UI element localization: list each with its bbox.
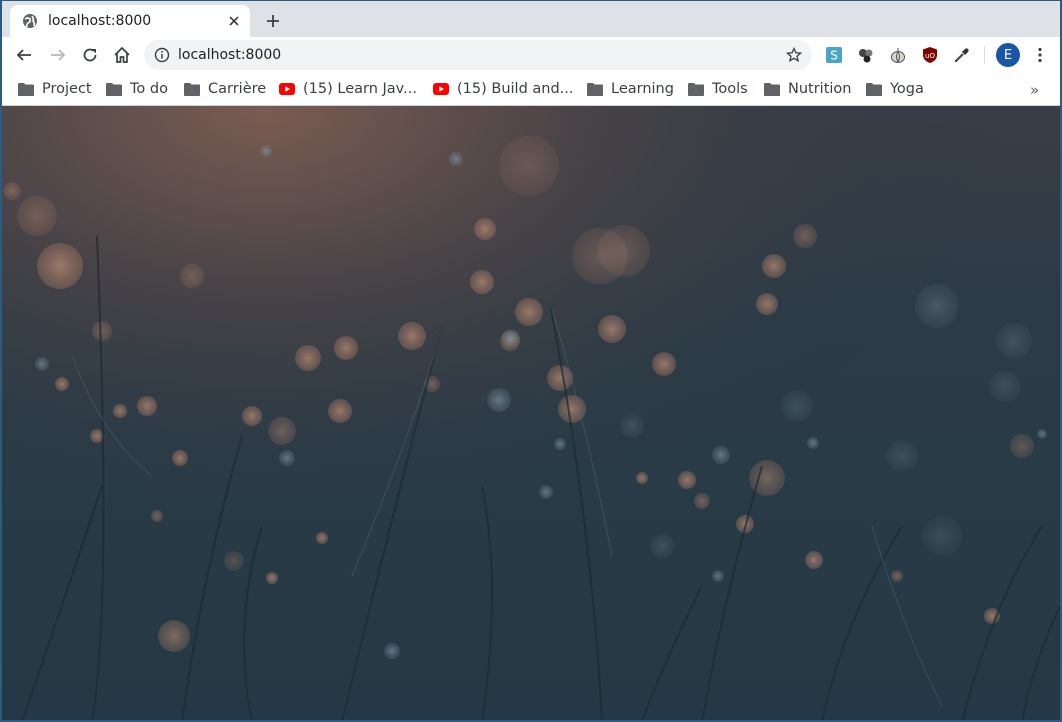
profile-initial: E — [1003, 47, 1013, 63]
tab-localhost[interactable]: localhost:8000 — [10, 5, 250, 37]
bookmark-learning[interactable]: Learning — [587, 79, 674, 99]
tab-title: localhost:8000 — [48, 13, 152, 29]
plus-icon — [267, 15, 279, 27]
bookmark-project[interactable]: Project — [18, 79, 92, 99]
profile-avatar[interactable]: E — [996, 43, 1020, 67]
folder-icon — [18, 81, 34, 97]
browser-window: localhost:8000 localhost:8000 S uO E Pro… — [0, 0, 1062, 722]
youtube-icon — [279, 81, 295, 97]
bookmark-label: (15) Build and... — [457, 81, 574, 97]
page-content — [2, 106, 1060, 720]
folder-icon — [587, 81, 603, 97]
svg-text:S: S — [830, 49, 838, 63]
back-button[interactable] — [10, 41, 38, 69]
bookmark-label: Yoga — [890, 81, 924, 97]
home-icon — [114, 46, 130, 63]
bookmark-carriere[interactable]: Carrière — [184, 79, 266, 99]
bookmark-learn-javascript[interactable]: (15) Learn Jav... — [279, 79, 417, 99]
bookmarks-bar: Project To do Carrière (15) Learn Jav...… — [2, 73, 1060, 106]
info-icon[interactable] — [154, 47, 170, 63]
folder-icon — [866, 81, 882, 97]
back-arrow-icon — [16, 49, 31, 61]
new-tab-button[interactable] — [260, 8, 286, 34]
bookmark-label: (15) Learn Jav... — [303, 81, 417, 97]
bookmark-yoga[interactable]: Yoga — [866, 79, 924, 99]
garlic-extension-icon[interactable] — [889, 46, 907, 64]
forward-arrow-icon — [51, 49, 66, 61]
reload-button[interactable] — [76, 41, 104, 69]
folder-icon — [688, 81, 704, 97]
eyedropper-icon[interactable] — [953, 46, 971, 64]
s-extension-icon[interactable]: S — [825, 46, 843, 64]
address-bar[interactable]: localhost:8000 — [144, 40, 812, 70]
bookmark-nutrition[interactable]: Nutrition — [764, 79, 852, 99]
star-icon[interactable] — [784, 45, 804, 65]
circles-extension-icon[interactable] — [857, 46, 875, 64]
tab-strip: localhost:8000 — [2, 1, 1060, 37]
svg-text:uO: uO — [925, 52, 935, 60]
folder-icon — [764, 81, 780, 97]
folder-icon — [106, 81, 122, 97]
bookmark-label: Carrière — [208, 81, 267, 97]
bookmark-label: Nutrition — [788, 81, 852, 97]
reload-icon — [83, 48, 97, 62]
forward-button[interactable] — [44, 41, 72, 69]
close-icon[interactable] — [224, 11, 244, 31]
bookmark-tools[interactable]: Tools — [688, 79, 748, 99]
bookmarks-overflow-button[interactable]: » — [1030, 81, 1039, 99]
bookmark-to-do[interactable]: To do — [106, 79, 168, 99]
bookmark-label: Project — [42, 81, 92, 97]
folder-icon — [184, 81, 200, 97]
menu-button[interactable] — [1030, 45, 1050, 65]
background-image — [2, 106, 1060, 720]
bookmark-label: Learning — [611, 81, 674, 97]
globe-icon — [22, 13, 38, 29]
bookmark-label: Tools — [712, 81, 748, 97]
toolbar-separator — [984, 46, 985, 64]
youtube-icon — [433, 81, 449, 97]
kebab-menu-icon — [1038, 47, 1042, 63]
url-text[interactable]: localhost:8000 — [178, 47, 784, 63]
bookmark-label: To do — [130, 81, 168, 97]
home-button[interactable] — [108, 41, 136, 69]
bookmark-build-and[interactable]: (15) Build and... — [433, 79, 574, 99]
toolbar: localhost:8000 S uO E — [2, 37, 1060, 73]
ublock-icon[interactable]: uO — [921, 46, 939, 64]
